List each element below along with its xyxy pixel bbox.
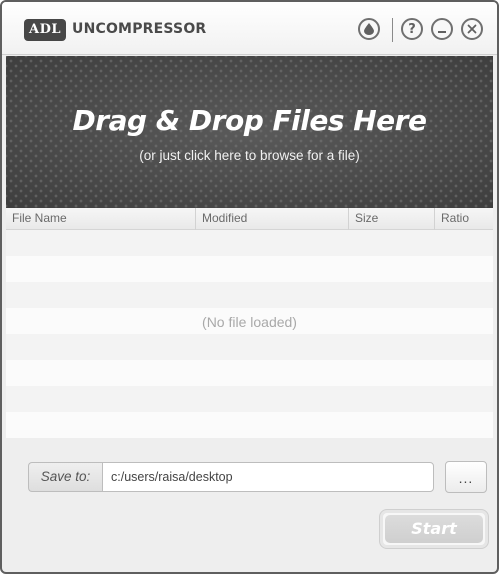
drop-zone-title: Drag & Drop Files Here: [72, 104, 427, 137]
help-icon: ?: [408, 21, 416, 37]
app-title: UNCOMPRESSOR: [72, 21, 207, 37]
droplet-icon: [364, 23, 374, 35]
column-header-size[interactable]: Size: [348, 208, 434, 230]
close-button[interactable]: [461, 18, 483, 40]
table-row: [6, 256, 493, 282]
help-button[interactable]: ?: [401, 18, 423, 40]
file-table[interactable]: File Name Modified Size Ratio (No file l…: [6, 208, 493, 438]
table-row: [6, 334, 493, 360]
start-button[interactable]: Start: [380, 510, 488, 548]
minimize-icon: [438, 31, 446, 33]
column-header-ratio[interactable]: Ratio: [434, 208, 493, 230]
drop-zone-subtitle: (or just click here to browse for a file…: [139, 148, 360, 163]
drop-zone[interactable]: Drag & Drop Files Here (or just click he…: [6, 56, 493, 208]
title-bar[interactable]: ADL UNCOMPRESSOR ?: [2, 2, 497, 55]
empty-table-message: (No file loaded): [202, 314, 297, 330]
titlebar-separator: [392, 18, 393, 42]
start-button-label: Start: [385, 515, 483, 543]
close-icon: [467, 24, 477, 34]
table-row: [6, 386, 493, 412]
browse-folder-button[interactable]: ...: [445, 461, 487, 493]
table-header: File Name Modified Size Ratio: [6, 208, 493, 230]
save-to-label: Save to:: [28, 462, 102, 492]
table-row: [6, 282, 493, 308]
table-row: [6, 230, 493, 256]
table-row: [6, 360, 493, 386]
app-window: ADL UNCOMPRESSOR ? Drag & Drop Files Her…: [0, 0, 499, 574]
save-path-input[interactable]: c:/users/raisa/desktop: [102, 462, 434, 492]
app-logo: ADL: [24, 19, 66, 41]
minimize-button[interactable]: [431, 18, 453, 40]
column-header-modified[interactable]: Modified: [195, 208, 348, 230]
table-body: [6, 230, 493, 438]
column-header-file-name[interactable]: File Name: [6, 208, 195, 230]
table-row: [6, 412, 493, 438]
theme-button[interactable]: [358, 18, 380, 40]
